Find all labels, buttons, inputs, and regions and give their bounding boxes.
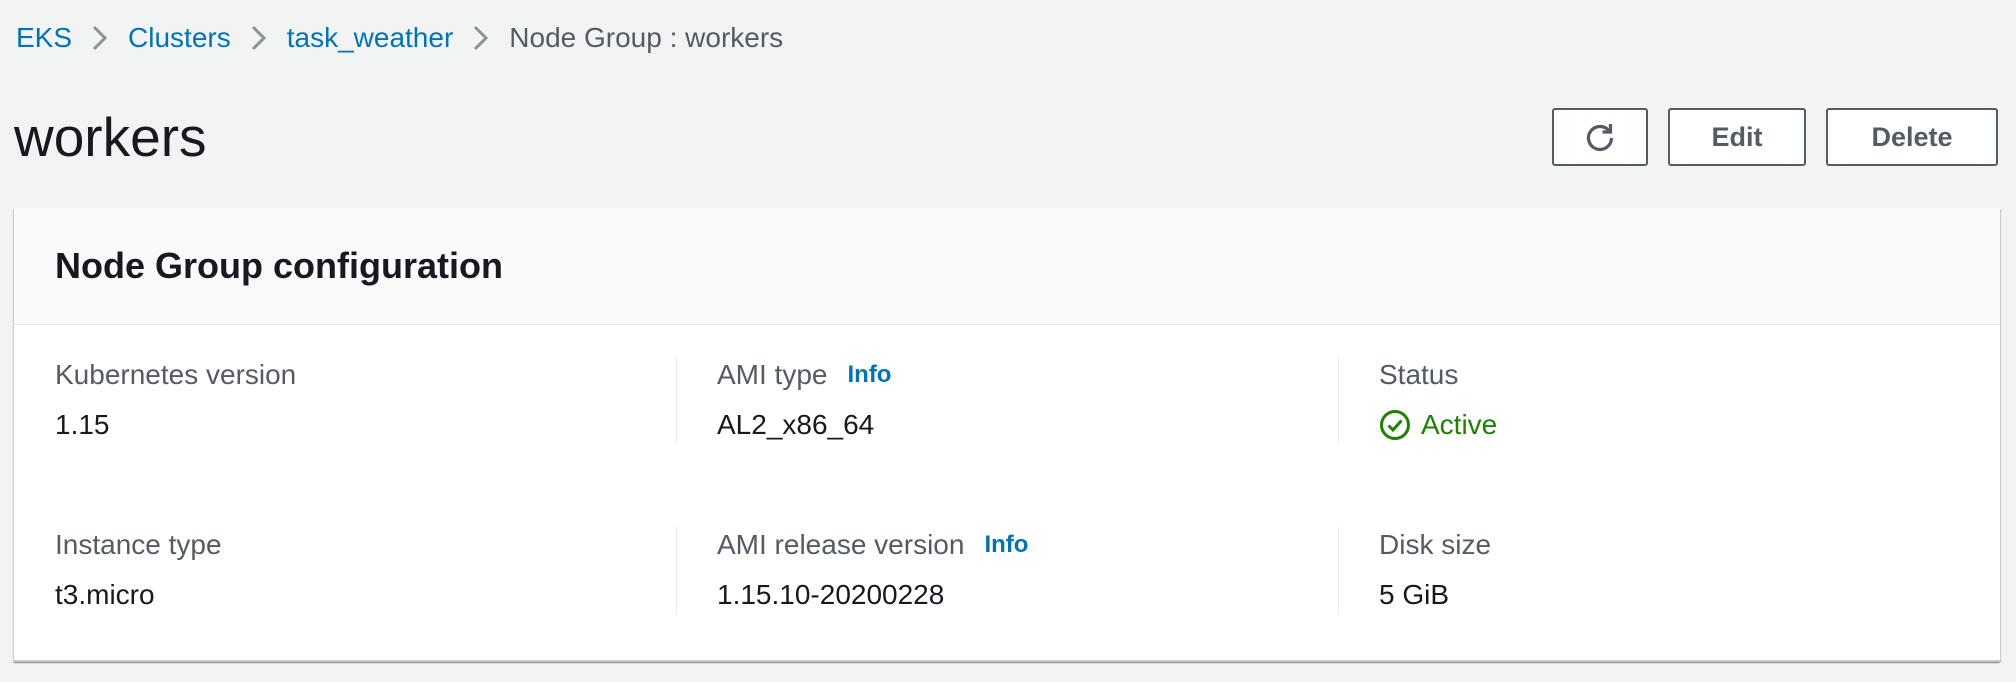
check-circle-icon xyxy=(1379,409,1411,441)
status-value-row: Active xyxy=(1379,405,1497,445)
card-title: Node Group configuration xyxy=(55,245,503,286)
breadcrumb-current: Node Group : workers xyxy=(509,22,784,53)
kubernetes-version-label: Kubernetes version xyxy=(55,359,297,390)
card-header: Node Group configuration xyxy=(14,208,2000,325)
delete-button[interactable]: Delete xyxy=(1826,108,1998,166)
status-value: Active xyxy=(1421,409,1498,440)
config-column-1: Kubernetes version 1.15 Instance type t3… xyxy=(14,325,676,660)
ami-release-version-field: AMI release version Info 1.15.10-2020022… xyxy=(717,525,1028,615)
ami-release-version-label-row: AMI release version Info xyxy=(717,525,1028,565)
disk-size-field: Disk size 5 GiB xyxy=(1379,525,1491,615)
refresh-icon xyxy=(1583,120,1617,154)
kubernetes-version-field: Kubernetes version 1.15 xyxy=(55,355,296,445)
header-actions: Edit Delete xyxy=(1552,108,1998,166)
ami-release-version-label: AMI release version xyxy=(717,529,965,560)
ami-type-label-row: AMI type Info xyxy=(717,355,891,395)
status-field: Status Active xyxy=(1379,355,1497,445)
breadcrumb-link-cluster[interactable]: task_weather xyxy=(287,22,454,54)
edit-button[interactable]: Edit xyxy=(1668,108,1806,166)
ami-type-field: AMI type Info AL2_x86_64 xyxy=(717,355,891,445)
disk-size-label: Disk size xyxy=(1379,529,1492,560)
kubernetes-version-value: 1.15 xyxy=(55,409,110,440)
node-group-configuration-card: Node Group configuration Kubernetes vers… xyxy=(14,208,2000,662)
breadcrumb: EKS Clusters task_weather Node Group : w… xyxy=(16,16,783,60)
instance-type-field: Instance type t3.micro xyxy=(55,525,222,615)
chevron-right-icon xyxy=(231,16,287,60)
chevron-right-icon xyxy=(453,16,509,60)
ami-type-value: AL2_x86_64 xyxy=(717,409,875,440)
breadcrumb-link-eks[interactable]: EKS xyxy=(16,22,72,54)
disk-size-value: 5 GiB xyxy=(1379,579,1450,610)
breadcrumb-link-clusters[interactable]: Clusters xyxy=(128,22,231,54)
config-column-3: Status Active Disk size 5 GiB xyxy=(1338,325,2000,660)
ami-release-version-info-link[interactable]: Info xyxy=(984,525,1028,565)
ami-type-info-link[interactable]: Info xyxy=(847,355,891,395)
status-label: Status xyxy=(1379,359,1459,390)
ami-release-version-value: 1.15.10-20200228 xyxy=(717,579,945,610)
instance-type-label: Instance type xyxy=(55,529,222,560)
configuration-grid: Kubernetes version 1.15 Instance type t3… xyxy=(14,325,2000,660)
chevron-right-icon xyxy=(72,16,128,60)
config-column-2: AMI type Info AL2_x86_64 AMI release ver… xyxy=(676,325,1338,660)
ami-type-label: AMI type xyxy=(717,359,828,390)
refresh-button[interactable] xyxy=(1552,108,1648,166)
instance-type-value: t3.micro xyxy=(55,579,155,610)
page-title: workers xyxy=(14,106,207,168)
